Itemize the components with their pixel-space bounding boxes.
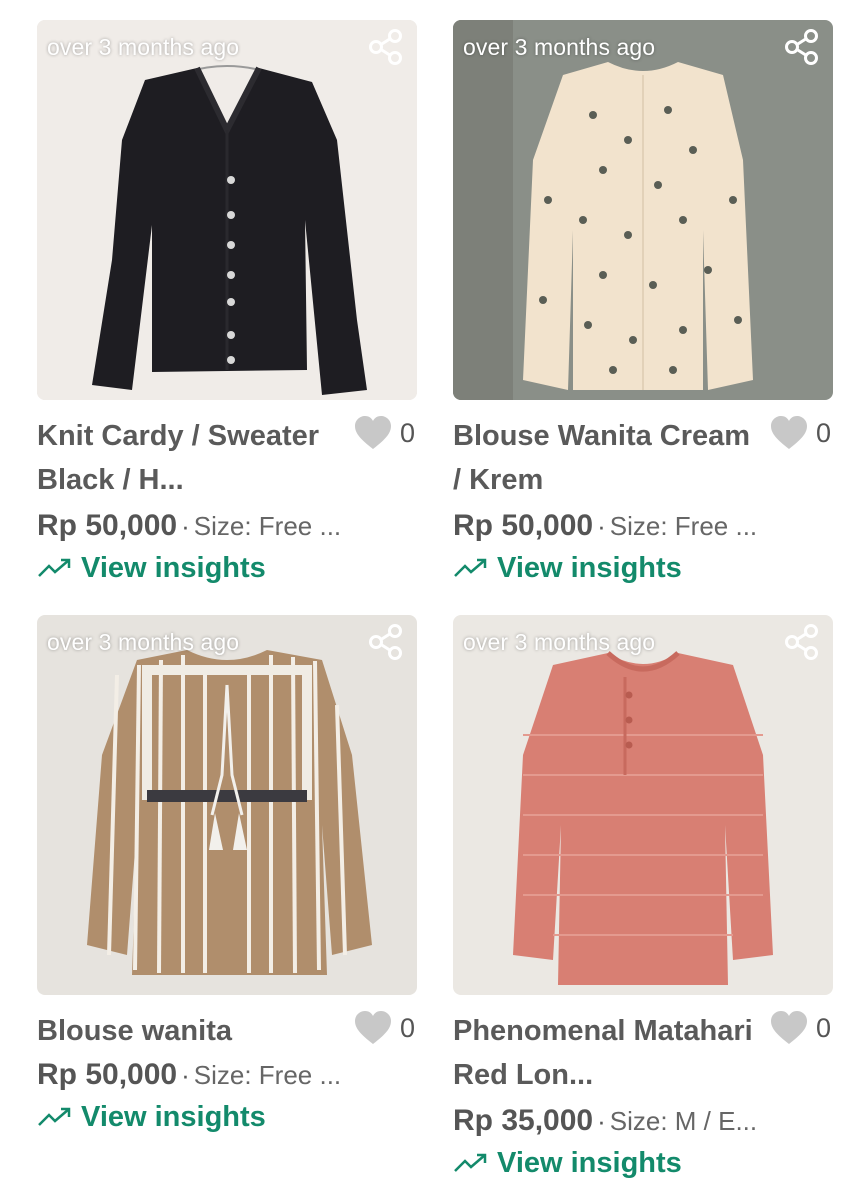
like-button[interactable]: 0 bbox=[770, 416, 831, 450]
product-photo[interactable]: over 3 months ago bbox=[453, 615, 833, 995]
separator: · bbox=[597, 511, 606, 541]
like-count: 0 bbox=[815, 417, 831, 448]
view-insights-link[interactable]: View insights bbox=[37, 1095, 417, 1139]
product-price: Rp 50,000 bbox=[37, 509, 178, 542]
price-row: Rp 35,000 · Size: M / E... bbox=[453, 1101, 833, 1141]
trending-up-icon bbox=[38, 1107, 71, 1126]
trending-up-icon bbox=[454, 558, 487, 577]
trending-up-icon bbox=[454, 1153, 487, 1172]
like-count: 0 bbox=[399, 417, 415, 448]
product-size: Size: M / E... bbox=[609, 1106, 758, 1136]
price-row: Rp 50,000 · Size: Free ... bbox=[37, 506, 417, 546]
product-photo[interactable]: over 3 months ago bbox=[37, 20, 417, 400]
share-icon[interactable] bbox=[367, 623, 405, 661]
like-count: 0 bbox=[815, 1012, 831, 1043]
share-icon[interactable] bbox=[367, 28, 405, 66]
like-button[interactable]: 0 bbox=[354, 1011, 415, 1045]
listing-time: over 3 months ago bbox=[463, 629, 656, 655]
listing-time: over 3 months ago bbox=[47, 34, 240, 60]
like-button[interactable]: 0 bbox=[770, 1011, 831, 1045]
separator: · bbox=[181, 511, 190, 541]
like-button[interactable]: 0 bbox=[354, 416, 415, 450]
view-insights-label: View insights bbox=[497, 1146, 682, 1179]
product-size: Size: Free ... bbox=[193, 511, 342, 541]
view-insights-label: View insights bbox=[81, 1100, 266, 1133]
brown-striped-blouse-image bbox=[37, 615, 417, 995]
share-icon[interactable] bbox=[783, 623, 821, 661]
view-insights-label: View insights bbox=[81, 551, 266, 584]
heart-icon bbox=[770, 1011, 807, 1044]
heart-icon bbox=[354, 1011, 391, 1044]
product-card[interactable]: over 3 months ago Knit Cardy / Sweater B… bbox=[37, 20, 417, 590]
black-cardigan-image bbox=[37, 20, 417, 400]
listing-time: over 3 months ago bbox=[463, 34, 656, 60]
view-insights-label: View insights bbox=[497, 551, 682, 584]
product-size: Size: Free ... bbox=[609, 511, 758, 541]
red-long-sleeve-top-image bbox=[453, 615, 833, 995]
like-count: 0 bbox=[399, 1012, 415, 1043]
product-price: Rp 50,000 bbox=[453, 509, 594, 542]
view-insights-link[interactable]: View insights bbox=[453, 1141, 833, 1185]
share-icon[interactable] bbox=[783, 28, 821, 66]
product-price: Rp 35,000 bbox=[453, 1104, 594, 1137]
listing-time: over 3 months ago bbox=[47, 629, 240, 655]
separator: · bbox=[597, 1106, 606, 1136]
product-card[interactable]: over 3 months ago Phenomenal Matahari Re… bbox=[453, 615, 833, 1185]
cream-floral-blouse-image bbox=[453, 20, 833, 400]
heart-icon bbox=[354, 416, 391, 449]
product-photo[interactable]: over 3 months ago bbox=[453, 20, 833, 400]
view-insights-link[interactable]: View insights bbox=[37, 546, 417, 590]
product-photo[interactable]: over 3 months ago bbox=[37, 615, 417, 995]
product-grid: over 3 months ago Knit Cardy / Sweater B… bbox=[0, 0, 868, 1200]
product-card[interactable]: over 3 months ago Blouse Wanita Cream / … bbox=[453, 20, 833, 590]
product-title[interactable]: Blouse wanita bbox=[37, 1009, 337, 1053]
product-card[interactable]: over 3 months ago Blouse wanita 0 Rp 50,… bbox=[37, 615, 417, 1139]
product-title[interactable]: Knit Cardy / Sweater Black / H... bbox=[37, 414, 337, 502]
product-title[interactable]: Phenomenal Matahari Red Lon... bbox=[453, 1009, 753, 1097]
product-title[interactable]: Blouse Wanita Cream / Krem bbox=[453, 414, 753, 502]
view-insights-link[interactable]: View insights bbox=[453, 546, 833, 590]
trending-up-icon bbox=[38, 558, 71, 577]
price-row: Rp 50,000 · Size: Free ... bbox=[453, 506, 833, 546]
heart-icon bbox=[770, 416, 807, 449]
